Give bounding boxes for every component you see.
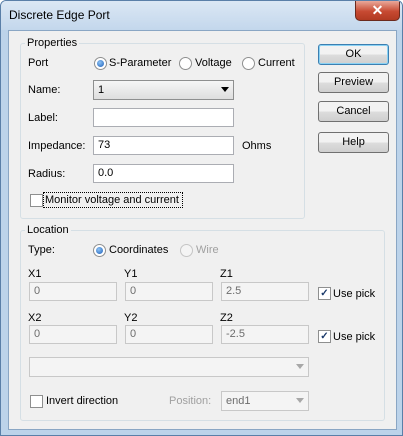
use-pick-1-label[interactable]: Use pick (333, 288, 375, 300)
ok-button[interactable]: OK (318, 44, 389, 65)
x1-label: X1 (28, 268, 42, 280)
name-select-value: 1 (98, 84, 105, 96)
help-button[interactable]: Help (318, 132, 389, 153)
check-icon: ✓ (320, 331, 329, 342)
z2-label: Z2 (220, 312, 233, 324)
impedance-unit: Ohms (242, 140, 272, 152)
title-bar[interactable]: Discrete Edge Port ✕ (1, 1, 402, 30)
type-coordinates-label[interactable]: Coordinates (109, 244, 168, 256)
z1-input[interactable]: 2.5 (221, 282, 309, 301)
name-select[interactable]: 1 (93, 80, 234, 100)
port-voltage-radio[interactable] (179, 57, 192, 70)
port-current-radio[interactable] (242, 57, 255, 70)
chevron-down-icon (221, 87, 229, 92)
y1-label: Y1 (124, 268, 138, 280)
impedance-label: Impedance: (28, 140, 86, 152)
close-button[interactable]: ✕ (355, 1, 400, 21)
x1-input[interactable]: 0 (29, 282, 117, 301)
chevron-down-icon (296, 364, 304, 369)
dialog-window: Discrete Edge Port ✕ Properties Port S-P… (0, 0, 403, 436)
dialog-client: Properties Port S-Parameter Voltage Curr… (8, 30, 397, 430)
port-sparameter-radio[interactable] (94, 57, 107, 70)
radius-input[interactable]: 0.0 (93, 164, 234, 183)
location-group-label: Location (25, 224, 71, 236)
port-sparameter-label[interactable]: S-Parameter (109, 57, 171, 69)
name-label: Name: (28, 84, 61, 96)
x2-label: X2 (28, 312, 42, 324)
y2-label: Y2 (124, 312, 138, 324)
use-pick-2-checkbox[interactable]: ✓ (318, 330, 331, 343)
invert-direction-checkbox[interactable] (30, 395, 43, 408)
use-pick-1-checkbox[interactable]: ✓ (318, 287, 331, 300)
z2-input[interactable]: -2.5 (221, 325, 309, 344)
close-icon: ✕ (371, 2, 384, 18)
radius-label: Radius: (28, 168, 66, 180)
monitor-checkbox[interactable] (30, 194, 43, 207)
invert-direction-label[interactable]: Invert direction (46, 395, 118, 407)
position-select[interactable]: end1 (221, 391, 309, 411)
wire-select[interactable] (29, 357, 309, 377)
use-pick-2-label[interactable]: Use pick (333, 331, 375, 343)
type-wire-label: Wire (196, 244, 219, 256)
y1-input[interactable]: 0 (125, 282, 213, 301)
y2-input[interactable]: 0 (125, 325, 213, 344)
position-label: Position: (169, 395, 212, 407)
port-label: Port (28, 57, 49, 69)
z1-label: Z1 (220, 268, 233, 280)
type-coordinates-radio[interactable] (93, 244, 106, 257)
impedance-input[interactable]: 73 (93, 136, 234, 155)
check-icon: ✓ (320, 288, 329, 299)
label-label: Label: (28, 112, 58, 124)
monitor-label[interactable]: Monitor voltage and current (45, 194, 179, 206)
preview-button[interactable]: Preview (318, 72, 389, 93)
label-input[interactable] (93, 108, 234, 127)
port-current-label[interactable]: Current (258, 57, 295, 69)
port-voltage-label[interactable]: Voltage (195, 57, 232, 69)
x2-input[interactable]: 0 (29, 325, 117, 344)
window-title: Discrete Edge Port (9, 8, 110, 22)
chevron-down-icon (296, 398, 304, 403)
type-label: Type: (28, 244, 55, 256)
type-wire-radio[interactable] (180, 244, 193, 257)
position-select-value: end1 (226, 395, 251, 407)
cancel-button[interactable]: Cancel (318, 101, 389, 122)
properties-group-label: Properties (25, 37, 80, 49)
